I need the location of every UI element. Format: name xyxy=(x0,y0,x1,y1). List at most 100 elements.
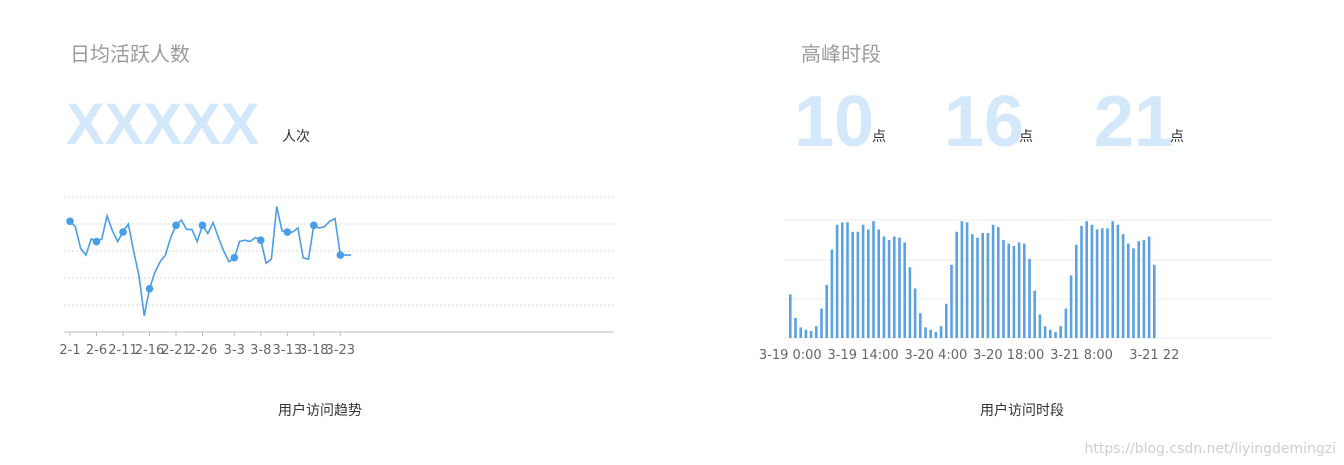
hour-bar-16 xyxy=(872,221,875,338)
trend-x-tick-label-4: 2-21 xyxy=(161,343,191,358)
hour-bar-19 xyxy=(887,240,891,338)
hour-bar-68 xyxy=(1142,240,1146,338)
hour-bar-40 xyxy=(997,227,1000,338)
hour-bar-22 xyxy=(903,242,906,338)
hour-bar-62 xyxy=(1111,221,1114,338)
hour-bar-15 xyxy=(867,229,870,338)
hour-bar-33 xyxy=(960,221,964,338)
hour-bar-36 xyxy=(976,237,979,338)
hour-bar-5 xyxy=(815,326,818,338)
trend-point-3-13 xyxy=(283,228,292,236)
hour-bar-21 xyxy=(898,237,901,338)
hour-bar-25 xyxy=(919,313,922,338)
visit-hours-caption: 用户访问时段 xyxy=(980,403,1064,419)
trend-x-tick-label-6: 3-3 xyxy=(224,343,245,358)
hour-bar-4 xyxy=(809,330,813,338)
hour-bar-11 xyxy=(846,222,849,338)
hour-bar-61 xyxy=(1106,228,1109,338)
peak-hour-2-value: 16 xyxy=(944,82,1025,162)
trend-point-3-3 xyxy=(230,253,239,262)
trend-point-3-18 xyxy=(310,221,318,230)
hour-bar-24 xyxy=(913,288,917,338)
hour-bar-10 xyxy=(841,222,844,338)
trend-point-2-21 xyxy=(172,221,180,230)
hour-bar-30 xyxy=(945,303,948,338)
hour-bar-6 xyxy=(820,308,823,338)
hour-bar-1 xyxy=(794,317,797,338)
hour-bar-42 xyxy=(1007,243,1010,338)
hour-bar-3 xyxy=(804,329,808,338)
trend-x-tick-label-1: 2-6 xyxy=(86,343,107,358)
trend-point-3-23 xyxy=(336,251,345,259)
hour-bar-44 xyxy=(1017,242,1021,338)
hour-x-tick-label-2: 3-20 4:00 xyxy=(904,348,967,363)
hour-bar-32 xyxy=(955,231,958,338)
hour-bar-45 xyxy=(1023,243,1026,338)
hour-bar-67 xyxy=(1137,241,1140,338)
hour-bar-59 xyxy=(1095,229,1099,338)
active-users-value: XXXXX xyxy=(66,92,260,157)
hour-bar-27 xyxy=(929,329,932,338)
trend-point-3-8 xyxy=(257,236,265,244)
hour-bar-57 xyxy=(1085,221,1088,338)
hour-bar-41 xyxy=(1002,240,1005,338)
hour-bar-50 xyxy=(1049,329,1052,338)
hour-bar-49 xyxy=(1043,326,1047,338)
trend-x-tick-label-5: 2-26 xyxy=(188,343,218,358)
trend-x-tick-label-10: 3-23 xyxy=(326,343,356,358)
trend-x-tick-label-8: 3-13 xyxy=(273,343,303,358)
visit-hours-chart[interactable]: 3-19 0:00 3-19 14:00 3-20 4:00 3-20 18:00 3-… xyxy=(672,205,1344,380)
visit-trend-caption: 用户访问趋势 xyxy=(278,403,362,419)
hour-x-tick-label-0: 3-19 0:00 xyxy=(759,348,822,363)
hour-bar-31 xyxy=(950,264,953,338)
hour-bar-13 xyxy=(856,231,860,338)
hour-bar-35 xyxy=(971,234,974,338)
peak-hour-3-unit: 点 xyxy=(1170,129,1184,145)
peak-hours-panel: 高峰时段 10 点 16 点 21 点 3-19 0:00 3-19 14:00 3… xyxy=(672,0,1344,465)
hour-bar-54 xyxy=(1069,275,1073,338)
hour-bar-37 xyxy=(981,232,984,338)
hour-bar-14 xyxy=(861,224,865,338)
peak-hour-3-value: 21 xyxy=(1094,82,1175,162)
peak-hour-2-unit: 点 xyxy=(1019,129,1033,145)
hour-bar-23 xyxy=(908,267,912,338)
hour-bar-34 xyxy=(965,222,969,338)
hour-bar-38 xyxy=(986,232,990,338)
visit-trend-chart[interactable]: 2-1 2-6 2-112-162-212-26 3-3 3-8 3-133-183-23 xyxy=(0,180,672,370)
hour-bar-12 xyxy=(851,231,854,338)
peak-hour-1-value: 10 xyxy=(794,82,875,162)
hour-bar-0 xyxy=(789,294,792,338)
active-users-unit: 人次 xyxy=(282,129,310,145)
hour-x-tick-label-1: 3-19 14:00 xyxy=(828,348,899,363)
hour-x-tick-label-4: 3-21 8:00 xyxy=(1050,348,1113,363)
hour-bar-69 xyxy=(1147,236,1151,338)
trend-x-tick-label-7: 3-8 xyxy=(250,343,271,358)
hour-bar-63 xyxy=(1116,224,1120,338)
hour-bar-66 xyxy=(1132,248,1135,338)
hour-bar-65 xyxy=(1127,243,1130,338)
hour-bar-20 xyxy=(893,236,896,338)
hour-bar-52 xyxy=(1059,326,1062,338)
hour-bar-26 xyxy=(924,327,927,338)
hour-bar-39 xyxy=(991,224,995,338)
trend-point-2-11 xyxy=(119,228,127,236)
hour-bar-2 xyxy=(799,327,802,338)
hour-bar-17 xyxy=(877,229,880,338)
hour-bar-9 xyxy=(835,224,839,338)
trend-point-2-16 xyxy=(145,285,154,293)
hour-bar-43 xyxy=(1012,245,1016,338)
active-users-panel: 日均活跃人数 XXXXX 人次 2-1 2-6 2-11 2-16 2-21 2-26 3-… xyxy=(0,0,672,465)
hour-bar-64 xyxy=(1121,234,1125,338)
peak-hours-title: 高峰时段 xyxy=(801,42,881,66)
hour-bar-29 xyxy=(939,326,943,338)
hour-bar-51 xyxy=(1054,332,1057,338)
hour-bar-53 xyxy=(1064,308,1068,338)
hour-bar-28 xyxy=(934,332,938,338)
trend-x-tick-label-2: 2-11 xyxy=(108,343,138,358)
trend-point-2-6 xyxy=(92,237,101,246)
hour-x-tick-label-3: 3-20 18:00 xyxy=(973,348,1044,363)
hour-bar-56 xyxy=(1080,225,1083,338)
trend-x-tick-label-0: 2-1 xyxy=(59,343,80,358)
hour-bar-48 xyxy=(1038,314,1042,338)
hour-bar-7 xyxy=(825,284,828,338)
